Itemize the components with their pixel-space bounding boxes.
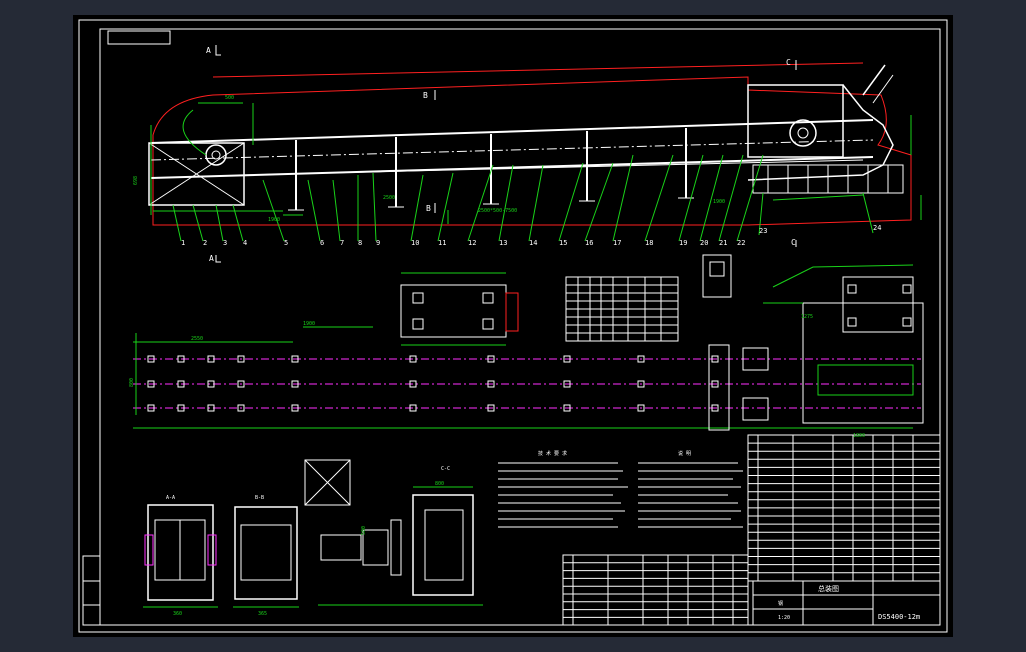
- bom-table-bottom: [562, 554, 749, 626]
- part-number-label: 14: [529, 239, 537, 247]
- part-number-label: 22: [737, 239, 745, 247]
- part-number-label: 7: [340, 239, 344, 247]
- part-number-label: 8: [358, 239, 362, 247]
- dim-d3: 1900: [713, 199, 725, 205]
- cad-viewer: A A B B C C C-C A-A B-B 698 500 1900 190…: [0, 0, 1026, 652]
- dim-left-height: 698: [133, 176, 139, 185]
- inner-border: [99, 28, 941, 626]
- view-label-c-bottom: C: [791, 238, 796, 247]
- dim-d1: 500: [225, 95, 234, 101]
- foot-detail: [702, 254, 914, 333]
- notes-heading-1: 技 术 要 求: [538, 450, 567, 457]
- part-number-label: 24: [873, 224, 881, 232]
- part-number-label: 4: [243, 239, 247, 247]
- title-mark: 总装图: [818, 584, 839, 593]
- view-label-a-top: A: [206, 46, 211, 55]
- plan-view: [133, 302, 924, 431]
- dim-plan-w: 2550: [191, 336, 203, 342]
- dim-aa-width: 360: [173, 611, 182, 617]
- sheet-code: DS5400-12m: [878, 613, 920, 621]
- section-label-cc: C-C: [441, 466, 450, 472]
- part-number-label: 11: [438, 239, 446, 247]
- section-aa: [143, 504, 218, 608]
- view-label-b-bottom: B: [426, 204, 431, 213]
- notes-block: [498, 462, 743, 528]
- signature-strip: [82, 555, 101, 626]
- title-scale: 1:20: [778, 615, 790, 621]
- corner-tag: [107, 30, 171, 45]
- dim-pitch: 2500*500-7500: [478, 208, 517, 214]
- drive-detail: [304, 459, 483, 606]
- cad-drawing: A A B B C C C-C A-A B-B 698 500 1900 190…: [78, 19, 948, 633]
- dim-drive-height: 500: [361, 526, 367, 535]
- part-number-label: 13: [499, 239, 507, 247]
- part-number-label: 21: [719, 239, 727, 247]
- outline-red: [152, 76, 912, 226]
- part-number-label: 16: [585, 239, 593, 247]
- view-label-a-bottom: A: [209, 254, 214, 263]
- view-label-c-top: C: [786, 58, 791, 67]
- drawing-sheet[interactable]: A A B B C C C-C A-A B-B 698 500 1900 190…: [73, 15, 953, 637]
- notes-heading-2: 说 明: [678, 450, 691, 457]
- part-number-label: 2: [203, 239, 207, 247]
- detail-view-top: [400, 272, 519, 346]
- dim-plan-total: 1900: [303, 321, 315, 327]
- part-number-label: 3: [223, 239, 227, 247]
- part-number-label: 9: [376, 239, 380, 247]
- section-label-aa: A-A: [166, 495, 175, 501]
- part-number-label: 1: [181, 239, 185, 247]
- main-elevation-view: [148, 62, 922, 242]
- dim-bb-width: 365: [258, 611, 267, 617]
- part-number-label: 18: [645, 239, 653, 247]
- part-number-label: 5: [284, 239, 288, 247]
- part-number-label: 10: [411, 239, 419, 247]
- part-number-label: 15: [559, 239, 567, 247]
- section-label-bb: B-B: [255, 495, 264, 501]
- part-number-label: 17: [613, 239, 621, 247]
- spec-table: [565, 276, 679, 342]
- dim-plan-h: 800: [129, 378, 135, 387]
- title-material: 钢: [778, 600, 783, 607]
- part-number-label: 6: [320, 239, 324, 247]
- dim-d4: 2500: [383, 195, 395, 201]
- section-bb: [233, 506, 299, 608]
- part-number-label: 12: [468, 239, 476, 247]
- dim-d2: 1900: [268, 217, 280, 223]
- view-label-b-top: B: [423, 91, 428, 100]
- part-number-label: 23: [759, 227, 767, 235]
- part-number-label: 20: [700, 239, 708, 247]
- bom-bottom-frame: [562, 554, 749, 626]
- dim-gap: 1275: [801, 314, 813, 320]
- overall-dim-line: [212, 62, 864, 78]
- bom-table-right: [747, 434, 941, 582]
- dim-cc-width: 800: [435, 481, 444, 487]
- dim-plan-right: 1800: [853, 433, 865, 439]
- part-number-label: 19: [679, 239, 687, 247]
- section-markers: [215, 45, 797, 263]
